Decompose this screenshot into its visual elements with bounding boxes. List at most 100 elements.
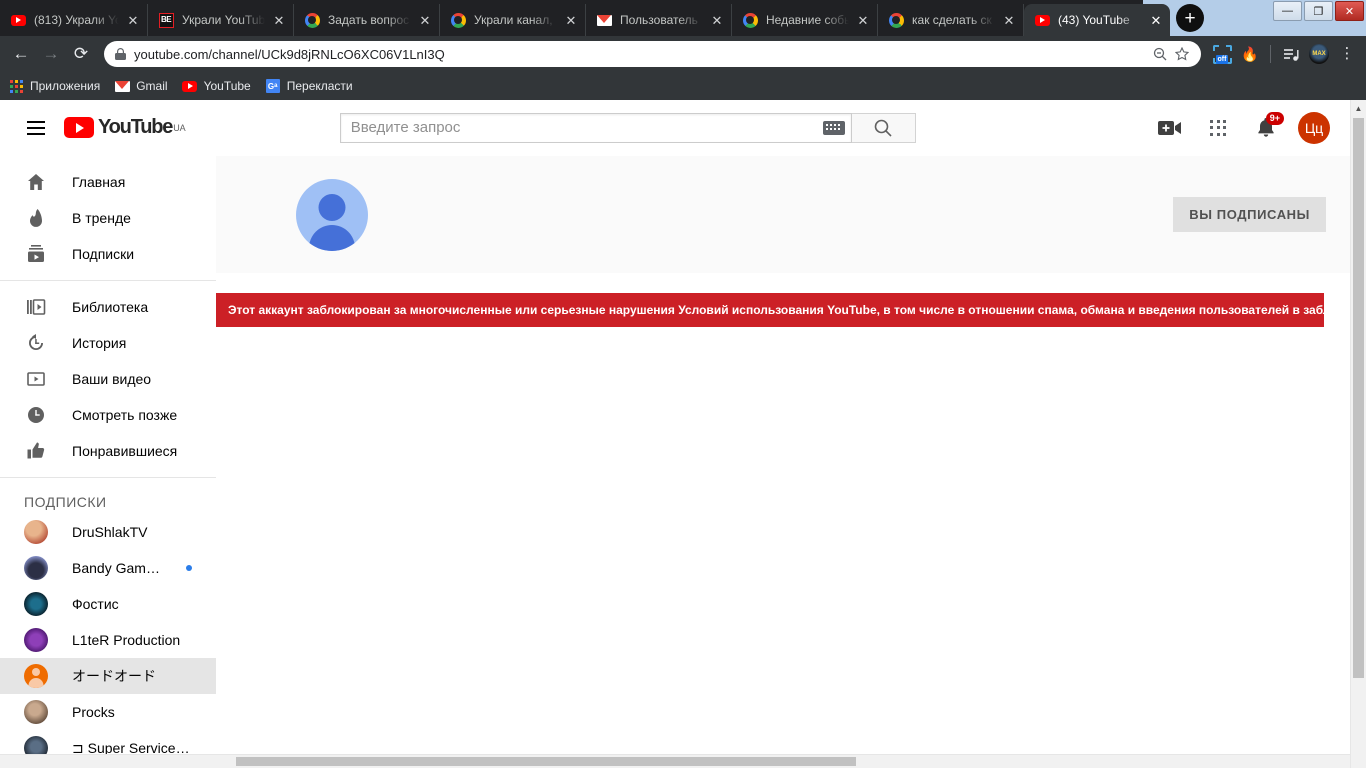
sidebar-channel-item[interactable]: DruShlakTV bbox=[0, 514, 216, 550]
channel-header: ВЫ ПОДПИСАНЫ bbox=[216, 156, 1350, 273]
browser-tab[interactable]: Украли канал, ✕ bbox=[440, 4, 586, 36]
sidebar-item-watch-later[interactable]: Смотреть позже bbox=[0, 397, 216, 433]
sidebar-channel-item-selected[interactable]: オードオード bbox=[0, 658, 216, 694]
url-text: youtube.com/channel/UCk9d8jRNLcO6XC06V1L… bbox=[134, 46, 445, 62]
sidebar-item-home[interactable]: Главная bbox=[0, 164, 216, 200]
vertical-scrollbar[interactable]: ▲ bbox=[1350, 100, 1366, 768]
sidebar-channel-item[interactable]: Bandy Gameplay bbox=[0, 550, 216, 586]
sidebar-item-label: Библиотека bbox=[72, 299, 149, 315]
youtube-logo[interactable]: YouTube UA bbox=[64, 116, 186, 139]
channel-page: ВЫ ПОДПИСАНЫ Этот аккаунт заблокирован з… bbox=[216, 156, 1350, 754]
browser-tab[interactable]: (813) Украли Yo ✕ bbox=[0, 4, 148, 36]
sidebar-channel-item[interactable]: Procks bbox=[0, 694, 216, 730]
youtube-play-icon bbox=[64, 117, 94, 138]
watch-later-clock-icon bbox=[24, 405, 48, 425]
subscriptions-heading: ПОДПИСКИ bbox=[24, 494, 107, 510]
browser-tab[interactable]: Задать вопрос ✕ bbox=[294, 4, 440, 36]
fire-extension-icon[interactable]: 🔥 bbox=[1237, 41, 1263, 67]
youtube-body: Главная В тренде Подписки Библиотека Ист… bbox=[0, 156, 1350, 754]
tab-close-icon[interactable]: ✕ bbox=[125, 12, 141, 28]
channel-name: オードオード bbox=[72, 668, 156, 684]
playlist-extension-icon[interactable] bbox=[1278, 41, 1304, 67]
bookmarks-bar: Приложения Gmail YouTube Ga Перекласти bbox=[0, 72, 1366, 100]
bookmark-youtube[interactable]: YouTube bbox=[182, 78, 251, 94]
youtube-apps-button[interactable] bbox=[1198, 108, 1238, 148]
forward-icon[interactable]: → bbox=[36, 39, 66, 69]
search-area: Введите запрос bbox=[339, 112, 916, 143]
star-icon[interactable] bbox=[1171, 47, 1193, 61]
profile-avatar-icon[interactable]: MAX bbox=[1306, 41, 1332, 67]
window-controls: — ❐ ✕ bbox=[1271, 0, 1366, 36]
tab-title: Пользователь bbox=[620, 13, 698, 27]
channel-avatar bbox=[24, 664, 48, 688]
browser-tab[interactable]: Недавние собы ✕ bbox=[732, 4, 878, 36]
channel-name: ⊐ Super Service Wall… bbox=[72, 739, 192, 755]
reload-icon[interactable]: ⟳ bbox=[66, 39, 96, 69]
tab-title: Недавние собы bbox=[766, 13, 849, 27]
sidebar-item-your-videos[interactable]: Ваши видео bbox=[0, 361, 216, 397]
maximize-button[interactable]: ❐ bbox=[1304, 1, 1333, 21]
new-tab-button[interactable]: + bbox=[1176, 4, 1204, 32]
tab-close-icon[interactable]: ✕ bbox=[1148, 12, 1164, 28]
tab-title: (43) YouTube bbox=[1058, 13, 1130, 27]
back-icon[interactable]: ← bbox=[6, 39, 36, 69]
keyboard-icon[interactable] bbox=[822, 120, 845, 135]
sidebar-item-label: Смотреть позже bbox=[72, 407, 178, 423]
sidebar-item-label: Подписки bbox=[72, 246, 135, 262]
sidebar-channel-item[interactable]: Фостис bbox=[0, 586, 216, 622]
tab-title: (813) Украли Yo bbox=[34, 13, 119, 27]
browser-tab[interactable]: BE Украли YouTub ✕ bbox=[148, 4, 294, 36]
tab-close-icon[interactable]: ✕ bbox=[417, 12, 433, 28]
sidebar-item-history[interactable]: История bbox=[0, 325, 216, 361]
hamburger-menu-icon[interactable] bbox=[16, 108, 56, 148]
horizontal-scroll-thumb[interactable] bbox=[236, 757, 856, 766]
bookmark-gmail[interactable]: Gmail bbox=[114, 78, 168, 94]
sidebar-channel-item[interactable]: ⊐ Super Service Wall… bbox=[0, 730, 216, 754]
sidebar-item-subscriptions[interactable]: Подписки bbox=[0, 236, 216, 272]
browser-tab[interactable]: Пользователь ✕ bbox=[586, 4, 732, 36]
gmail-icon bbox=[596, 12, 612, 28]
sidebar-channel-item[interactable]: L1teR Production bbox=[0, 622, 216, 658]
close-window-button[interactable]: ✕ bbox=[1335, 1, 1364, 21]
scroll-up-arrow-icon[interactable]: ▲ bbox=[1351, 100, 1366, 116]
tab-list: (813) Украли Yo ✕ BE Украли YouTub ✕ Зад… bbox=[0, 0, 1170, 36]
browser-tab[interactable]: как сделать ск ✕ bbox=[878, 4, 1024, 36]
youtube-icon bbox=[10, 12, 26, 28]
apps-grid-icon bbox=[8, 78, 24, 94]
notifications-button[interactable]: 9+ bbox=[1246, 108, 1286, 148]
bookmark-apps[interactable]: Приложения bbox=[8, 78, 100, 94]
tab-title: Задать вопрос bbox=[328, 13, 410, 27]
subscribe-button[interactable]: ВЫ ПОДПИСАНЫ bbox=[1173, 197, 1326, 232]
create-video-button[interactable] bbox=[1150, 108, 1190, 148]
search-button[interactable] bbox=[851, 112, 916, 143]
tab-close-icon[interactable]: ✕ bbox=[1001, 12, 1017, 28]
sidebar-item-library[interactable]: Библиотека bbox=[0, 289, 216, 325]
youtube-country-code: UA bbox=[173, 122, 186, 133]
browser-window: (813) Украли Yo ✕ BE Украли YouTub ✕ Зад… bbox=[0, 0, 1366, 768]
censor-tracking-off-extension-icon[interactable]: off bbox=[1209, 41, 1235, 67]
bookmark-translate[interactable]: Ga Перекласти bbox=[265, 78, 353, 94]
address-bar[interactable]: youtube.com/channel/UCk9d8jRNLcO6XC06V1L… bbox=[104, 41, 1201, 67]
tab-close-icon[interactable]: ✕ bbox=[855, 12, 871, 28]
channel-avatar bbox=[24, 628, 48, 652]
tab-close-icon[interactable]: ✕ bbox=[709, 12, 725, 28]
home-icon bbox=[24, 172, 48, 192]
chrome-menu-icon[interactable]: ⋮ bbox=[1334, 41, 1360, 67]
zoom-out-icon[interactable] bbox=[1149, 47, 1171, 61]
trending-flame-icon bbox=[24, 208, 48, 228]
tab-close-icon[interactable]: ✕ bbox=[271, 12, 287, 28]
account-avatar-button[interactable]: Цц bbox=[1294, 108, 1334, 148]
sidebar: Главная В тренде Подписки Библиотека Ист… bbox=[0, 156, 216, 754]
search-input[interactable]: Введите запрос bbox=[339, 112, 852, 143]
channel-name: Bandy Gameplay bbox=[72, 560, 162, 576]
browser-tab-active[interactable]: (43) YouTube ✕ bbox=[1024, 4, 1170, 36]
tab-title: как сделать ск bbox=[912, 13, 992, 27]
horizontal-scrollbar[interactable] bbox=[0, 754, 1350, 768]
vertical-scroll-thumb[interactable] bbox=[1353, 118, 1364, 678]
sidebar-item-trending[interactable]: В тренде bbox=[0, 200, 216, 236]
channel-name: L1teR Production bbox=[72, 632, 181, 648]
tab-close-icon[interactable]: ✕ bbox=[563, 12, 579, 28]
sidebar-item-liked-videos[interactable]: Понравившиеся bbox=[0, 433, 216, 469]
new-content-dot bbox=[186, 565, 192, 571]
minimize-button[interactable]: — bbox=[1273, 1, 1302, 21]
